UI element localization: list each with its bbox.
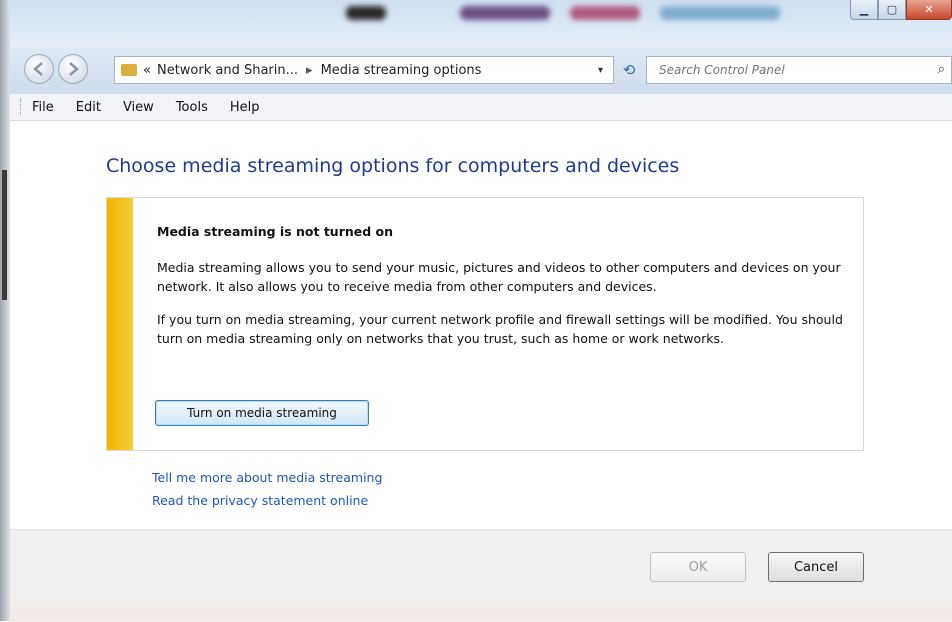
search-icon[interactable]: ⌕	[938, 62, 945, 77]
menu-view[interactable]: View	[123, 100, 154, 115]
footer-bottom-tint	[10, 592, 952, 621]
address-overflow-chevron[interactable]: «	[143, 63, 151, 78]
help-links: Tell me more about media streaming Read …	[152, 466, 382, 512]
desktop-edge-shadow	[2, 170, 7, 300]
menu-bar: File Edit View Tools Help	[10, 94, 952, 121]
forward-button[interactable]	[58, 54, 88, 84]
address-dropdown-icon[interactable]: ▾	[598, 65, 603, 76]
cancel-button[interactable]: Cancel	[768, 552, 864, 582]
minimize-icon: ▁	[859, 3, 869, 16]
breadcrumb-network-and-sharing[interactable]: Network and Sharin...	[157, 63, 298, 78]
menu-edit[interactable]: Edit	[76, 100, 101, 115]
menu-grip	[20, 99, 24, 115]
ok-button[interactable]: OK	[650, 552, 746, 582]
close-icon: ✕	[924, 3, 934, 16]
minimize-button[interactable]: ▁	[850, 0, 878, 20]
navigation-bar: « Network and Sharin... ▸ Media streamin…	[10, 48, 952, 94]
breadcrumb-media-streaming-options[interactable]: Media streaming options	[321, 63, 482, 78]
back-button[interactable]	[24, 54, 54, 84]
maximize-icon: ▢	[886, 3, 898, 16]
panel-description: Media streaming allows you to send your …	[157, 260, 841, 294]
desktop-edge	[0, 0, 10, 621]
menu-tools[interactable]: Tools	[176, 100, 208, 115]
refresh-button[interactable]: ⟲	[618, 56, 640, 84]
breadcrumb-separator-icon[interactable]: ▸	[306, 63, 313, 78]
privacy-statement-link[interactable]: Read the privacy statement online	[152, 489, 382, 512]
panel-title: Media streaming is not turned on	[157, 224, 394, 239]
tell-me-more-link[interactable]: Tell me more about media streaming	[152, 466, 382, 489]
control-panel-icon	[121, 64, 137, 76]
window-controls: ▁ ▢ ✕	[850, 0, 952, 28]
title-bar: ▁ ▢ ✕	[10, 0, 952, 48]
warning-stripe	[107, 198, 133, 450]
refresh-icon: ⟲	[622, 61, 636, 79]
page-title: Choose media streaming options for compu…	[106, 155, 680, 177]
search-input[interactable]	[657, 62, 911, 78]
forward-arrow-icon	[69, 62, 79, 76]
menu-file[interactable]: File	[32, 100, 54, 115]
close-button[interactable]: ✕	[906, 0, 952, 20]
media-streaming-panel: Media streaming is not turned on Media s…	[106, 197, 864, 451]
main-content: Choose media streaming options for compu…	[10, 121, 952, 529]
panel-warning-text: If you turn on media streaming, your cur…	[157, 312, 843, 346]
address-bar[interactable]: « Network and Sharin... ▸ Media streamin…	[114, 56, 614, 84]
menu-help[interactable]: Help	[230, 100, 260, 115]
maximize-button[interactable]: ▢	[878, 0, 906, 20]
panel-body: Media streaming is not turned on Media s…	[157, 222, 847, 362]
search-box[interactable]: ⌕	[646, 56, 952, 84]
turn-on-media-streaming-button[interactable]: Turn on media streaming	[155, 400, 369, 426]
back-arrow-icon	[33, 62, 43, 76]
